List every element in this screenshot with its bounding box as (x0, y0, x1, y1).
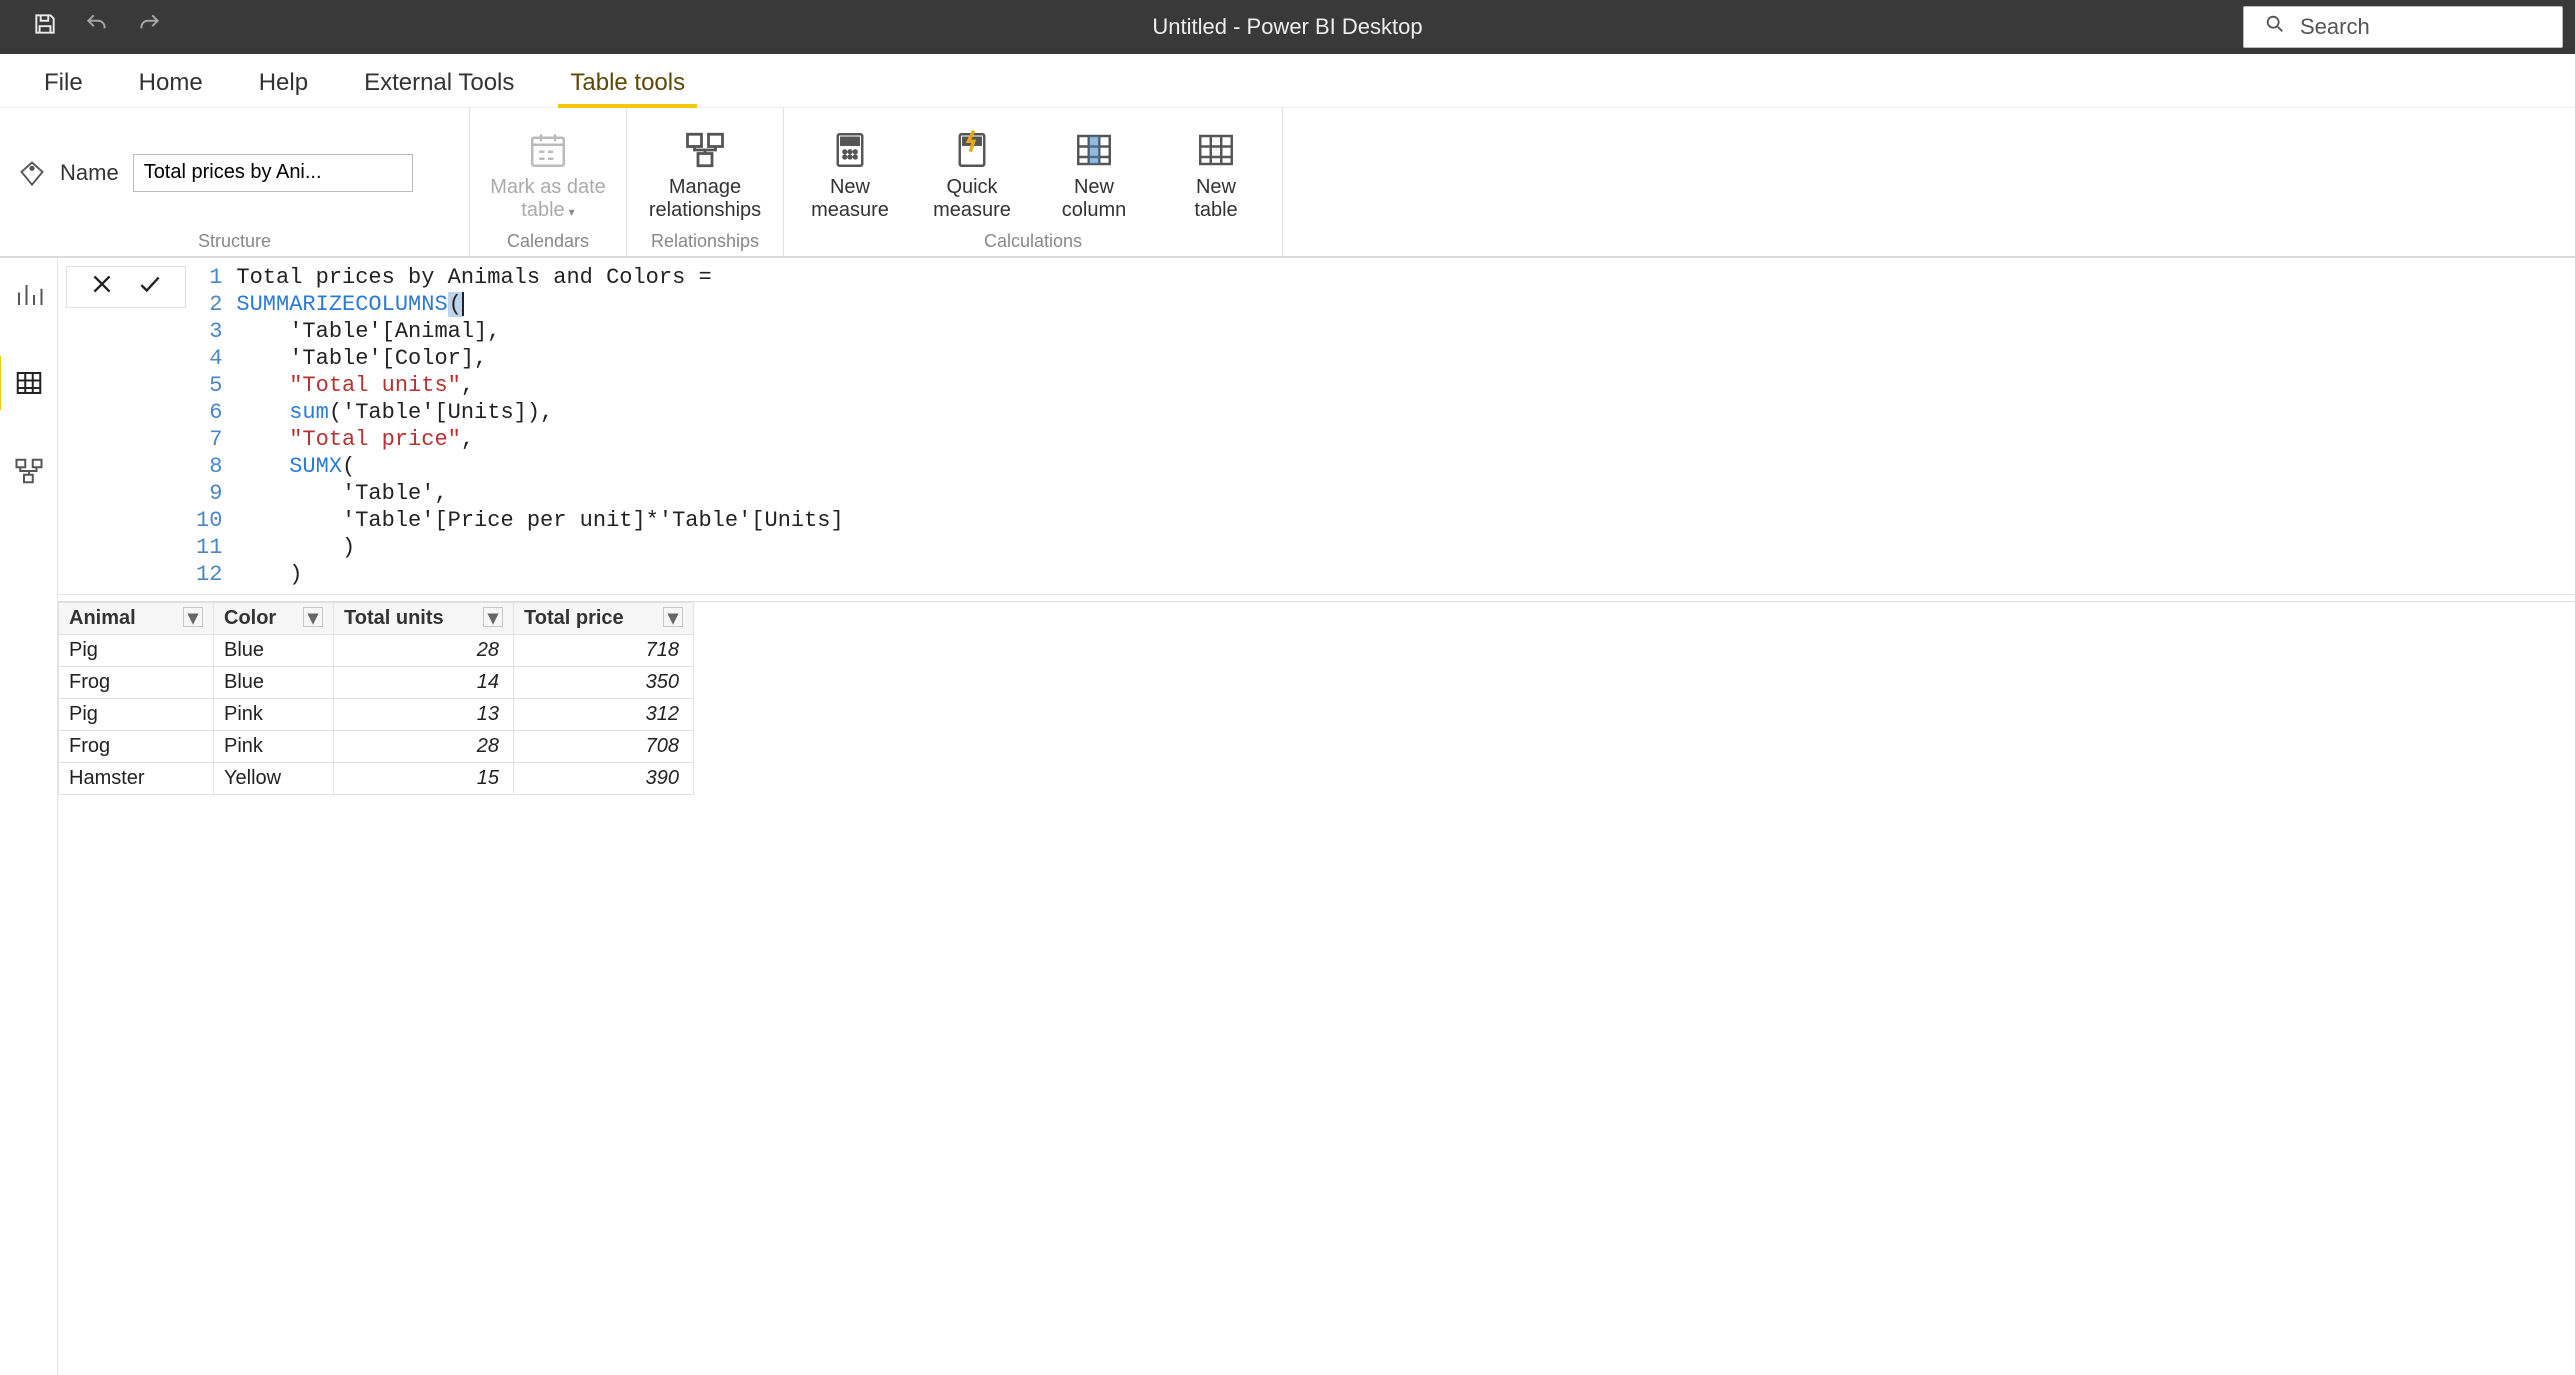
undo-icon[interactable] (84, 11, 110, 43)
formula-bar: 123456789101112 Total prices by Animals … (58, 258, 2575, 595)
table-row[interactable]: FrogPink28708 (59, 731, 694, 763)
view-data-button[interactable] (8, 362, 50, 404)
button-caption: New table (1194, 176, 1237, 222)
ribbon-group-label: Calendars (488, 229, 608, 252)
filter-dropdown-icon[interactable]: ▾ (183, 607, 203, 627)
new-column-icon (1073, 128, 1115, 172)
column-header[interactable]: Animal▾ (59, 603, 214, 635)
view-switcher (0, 258, 58, 1375)
table-row[interactable]: HamsterYellow15390 (59, 763, 694, 795)
redo-icon[interactable] (136, 11, 162, 43)
line-gutter: 123456789101112 (196, 264, 236, 588)
code-body[interactable]: Total prices by Animals and Colors =SUMM… (236, 264, 843, 588)
button-caption: Manage relationships (649, 176, 761, 222)
button-caption: New measure (811, 176, 889, 222)
view-report-button[interactable] (8, 274, 50, 316)
view-model-button[interactable] (8, 450, 50, 492)
quick-access-toolbar (12, 11, 162, 43)
window-title: Untitled - Power BI Desktop (1152, 14, 1422, 40)
ribbon-group-structure: Name Structure (0, 108, 470, 256)
new-measure-button[interactable]: New measure (802, 124, 898, 222)
table-row[interactable]: PigPink13312 (59, 699, 694, 731)
ribbon: Name Structure Mark as date table▾ Calen… (0, 108, 2575, 258)
result-table: Animal▾Color▾Total units▾Total price▾ Pi… (58, 601, 2575, 795)
filter-dropdown-icon[interactable]: ▾ (663, 607, 683, 627)
formula-editor[interactable]: 123456789101112 Total prices by Animals … (196, 264, 844, 588)
new-table-button[interactable]: New table (1168, 124, 1264, 222)
titlebar: Untitled - Power BI Desktop Search (0, 0, 2575, 54)
calculator-icon (829, 128, 871, 172)
quick-measure-button[interactable]: Quick measure (924, 124, 1020, 222)
button-caption: Quick measure (933, 176, 1011, 222)
button-caption: New column (1062, 176, 1126, 222)
name-field[interactable] (133, 154, 413, 192)
table-row[interactable]: PigBlue28718 (59, 635, 694, 667)
quick-measure-icon (951, 128, 993, 172)
ribbon-tabs: File Home Help External Tools Table tool… (0, 54, 2575, 108)
save-icon[interactable] (32, 11, 58, 43)
column-header[interactable]: Total price▾ (514, 603, 694, 635)
relationships-icon (684, 128, 726, 172)
tab-table-tools[interactable]: Table tools (542, 57, 713, 107)
manage-relationships-button[interactable]: Manage relationships (645, 124, 765, 222)
ribbon-group-relationships: Manage relationships Relationships (627, 108, 784, 256)
search-box[interactable]: Search (2243, 6, 2563, 48)
button-caption: Mark as date table▾ (490, 176, 606, 222)
filter-dropdown-icon[interactable]: ▾ (483, 607, 503, 627)
table-row[interactable]: FrogBlue14350 (59, 667, 694, 699)
tab-help[interactable]: Help (231, 57, 336, 107)
tab-external-tools[interactable]: External Tools (336, 57, 542, 107)
ribbon-group-calendars: Mark as date table▾ Calendars (470, 108, 627, 256)
column-header[interactable]: Color▾ (214, 603, 334, 635)
ribbon-group-calculations: New measure Quick measure (784, 108, 1283, 256)
commit-icon[interactable] (137, 271, 163, 303)
tab-home[interactable]: Home (111, 57, 231, 107)
cancel-icon[interactable] (89, 271, 115, 303)
mark-as-date-table-button: Mark as date table▾ (488, 124, 608, 222)
search-icon (2264, 13, 2286, 41)
calendar-icon (527, 128, 569, 172)
ribbon-group-label: Calculations (802, 229, 1264, 252)
column-header[interactable]: Total units▾ (334, 603, 514, 635)
tag-icon (18, 159, 46, 187)
name-field-label: Name (60, 160, 119, 186)
filter-dropdown-icon[interactable]: ▾ (303, 607, 323, 627)
new-table-icon (1195, 128, 1237, 172)
formula-controls (66, 266, 186, 308)
ribbon-group-label: Structure (18, 229, 451, 252)
workspace: 123456789101112 Total prices by Animals … (58, 258, 2575, 1375)
table-header-row: Animal▾Color▾Total units▾Total price▾ (59, 603, 694, 635)
search-placeholder: Search (2300, 14, 2370, 40)
tab-file[interactable]: File (16, 57, 111, 107)
new-column-button[interactable]: New column (1046, 124, 1142, 222)
ribbon-group-label: Relationships (645, 229, 765, 252)
